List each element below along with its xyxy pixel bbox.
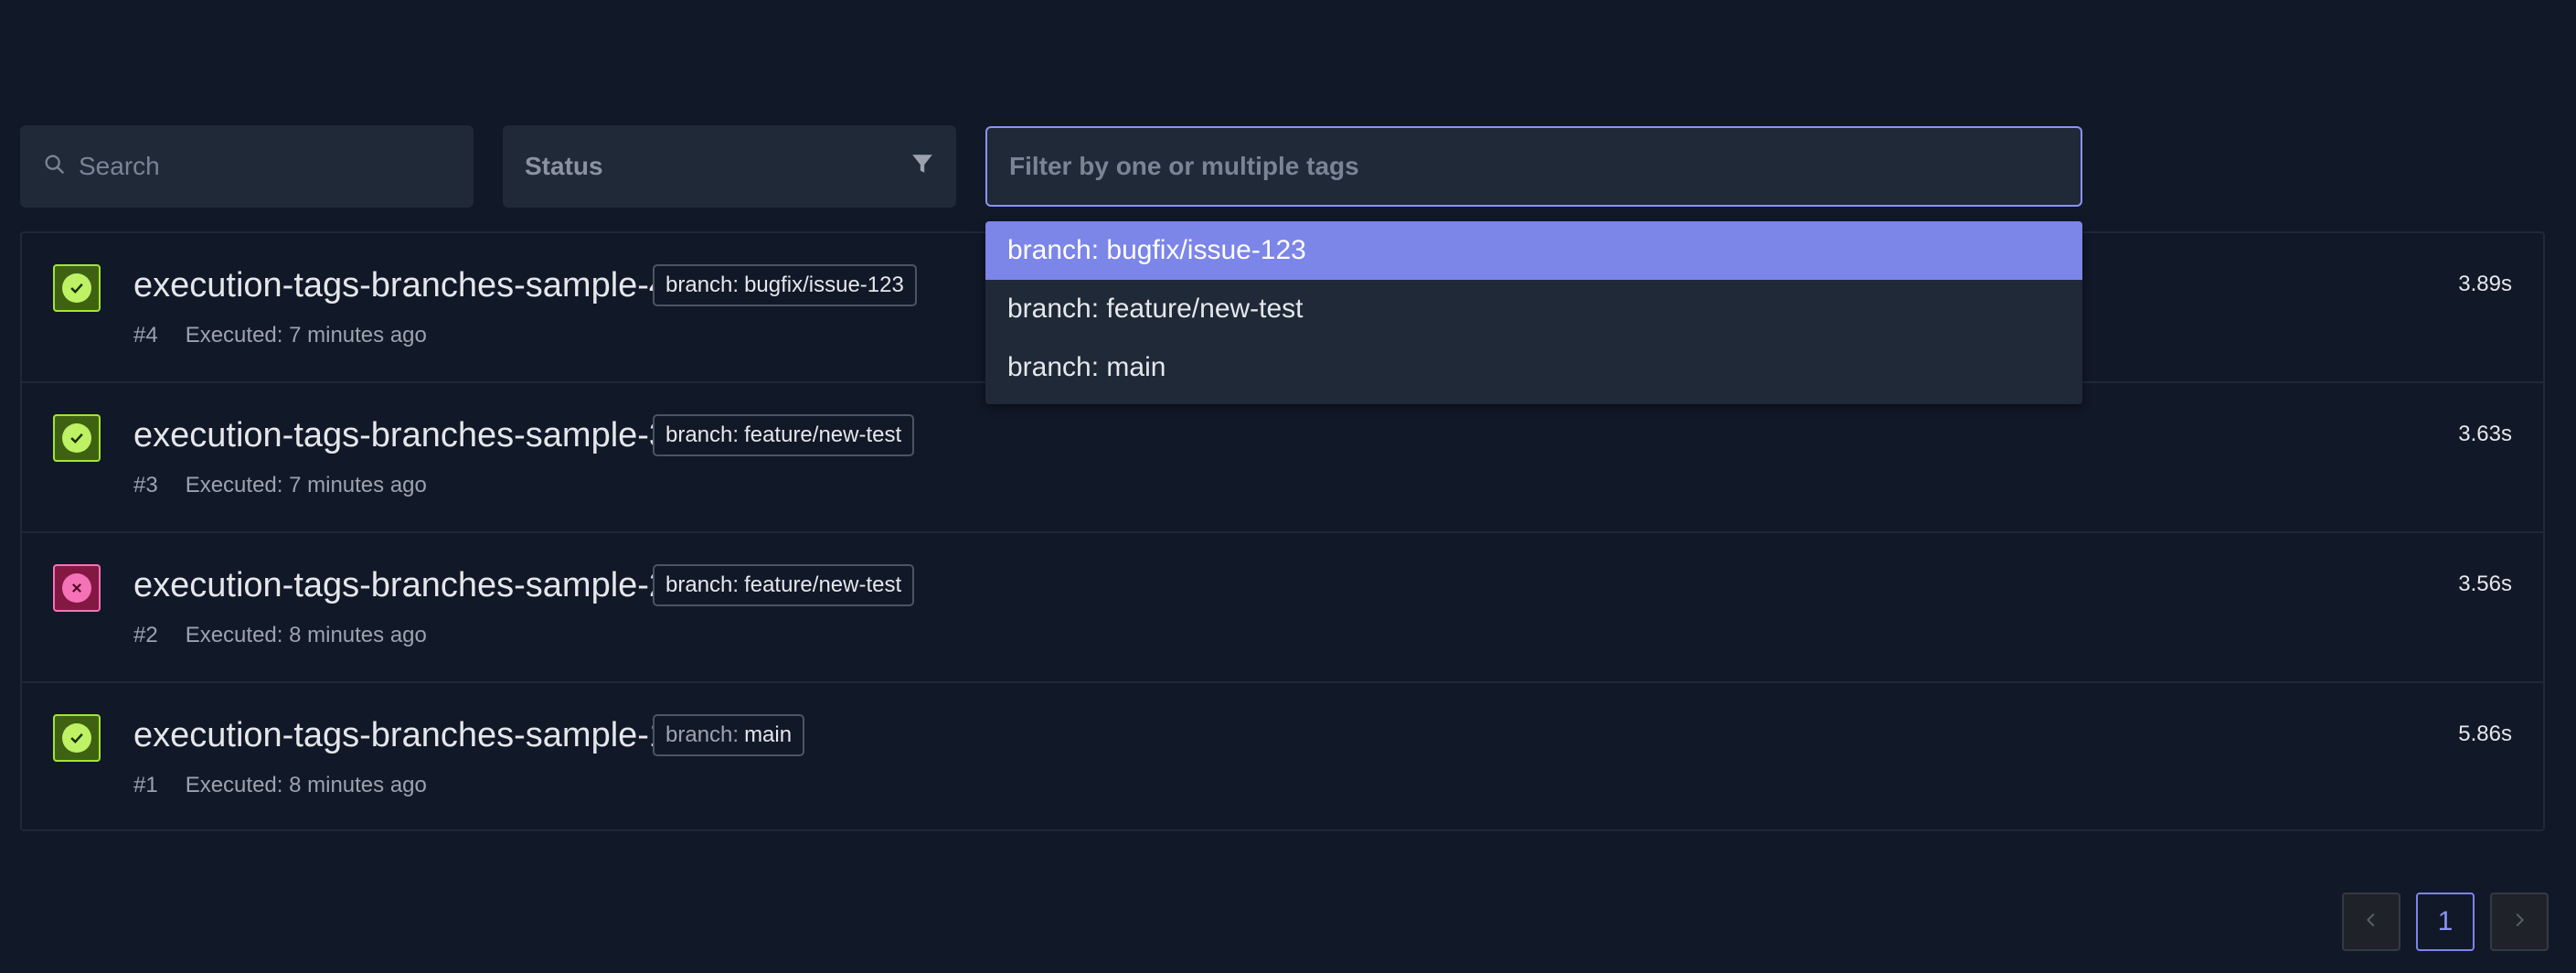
tag-filter[interactable] <box>985 126 2082 207</box>
status-filter-label: Status <box>525 152 603 180</box>
branch-tag: branch: main <box>653 714 805 756</box>
execution-name[interactable]: execution-tags-branches-sample-1 <box>133 716 668 755</box>
execution-meta: #4 Executed: 7 minutes ago <box>133 323 427 348</box>
filter-icon <box>910 152 934 182</box>
execution-time: Executed: 7 minutes ago <box>185 323 427 348</box>
execution-time: Executed: 8 minutes ago <box>185 623 427 647</box>
chevron-left-icon <box>2361 910 2381 935</box>
execution-time: Executed: 8 minutes ago <box>185 773 427 797</box>
status-filter[interactable]: Status <box>503 125 956 208</box>
tag-option[interactable]: branch: feature/new-test <box>985 280 2082 338</box>
passed-status-icon <box>53 264 101 312</box>
execution-meta: #1 Executed: 8 minutes ago <box>133 773 427 798</box>
chevron-right-icon <box>2509 910 2529 935</box>
tag-option[interactable]: branch: main <box>985 338 2082 397</box>
execution-duration: 3.56s <box>2458 572 2512 596</box>
branch-tag: branch: feature/new-test <box>653 564 915 606</box>
page-button[interactable]: 1 <box>2416 893 2475 951</box>
search-icon <box>42 152 68 182</box>
search-input[interactable] <box>77 151 464 182</box>
tag-filter-dropdown: branch: bugfix/issue-123 branch: feature… <box>985 221 2082 404</box>
execution-row[interactable]: execution-tags-branches-sample-2 branch:… <box>22 533 2543 683</box>
execution-meta: #3 Executed: 7 minutes ago <box>133 473 427 498</box>
execution-number: #1 <box>133 773 158 797</box>
execution-row[interactable]: execution-tags-branches-sample-1 branch:… <box>22 683 2543 833</box>
execution-row[interactable]: execution-tags-branches-sample-3 branch:… <box>22 383 2543 533</box>
branch-tag: branch: feature/new-test <box>653 414 915 456</box>
previous-page-button[interactable] <box>2342 893 2400 951</box>
execution-name[interactable]: execution-tags-branches-sample-4 <box>133 266 668 305</box>
execution-name[interactable]: execution-tags-branches-sample-3 <box>133 416 668 455</box>
tag-option[interactable]: branch: bugfix/issue-123 <box>985 221 2082 280</box>
execution-time: Executed: 7 minutes ago <box>185 473 427 497</box>
execution-number: #2 <box>133 623 158 647</box>
execution-duration: 5.86s <box>2458 722 2512 746</box>
execution-duration: 3.63s <box>2458 422 2512 446</box>
passed-status-icon <box>53 414 101 462</box>
next-page-button[interactable] <box>2490 893 2549 951</box>
execution-number: #4 <box>133 323 158 348</box>
execution-duration: 3.89s <box>2458 272 2512 296</box>
tag-filter-input[interactable] <box>1007 151 2053 182</box>
execution-name[interactable]: execution-tags-branches-sample-2 <box>133 566 668 605</box>
passed-status-icon <box>53 714 101 762</box>
execution-meta: #2 Executed: 8 minutes ago <box>133 623 427 648</box>
failed-status-icon <box>53 564 101 612</box>
execution-number: #3 <box>133 473 158 497</box>
search-box[interactable] <box>20 125 474 208</box>
branch-tag: branch: bugfix/issue-123 <box>653 264 917 306</box>
